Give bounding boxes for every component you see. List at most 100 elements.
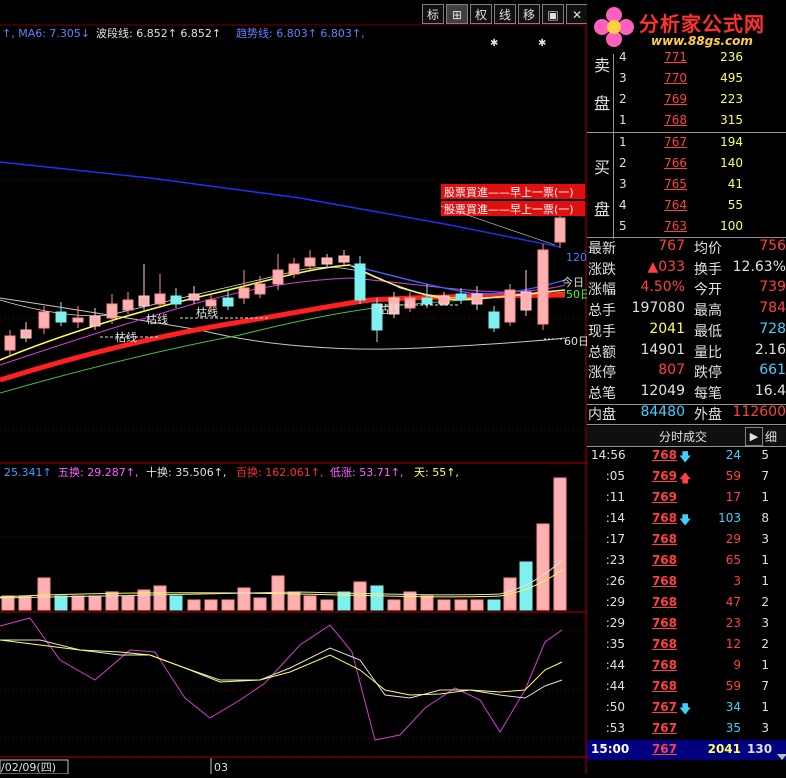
volume-bar <box>370 585 384 611</box>
tick-time: :23 <box>605 553 625 567</box>
stat-value: 767 <box>658 238 685 254</box>
play-button[interactable]: ▶ <box>745 427 763 446</box>
buy-signal-label: 股票買進——早上一票(一) <box>444 186 574 199</box>
volume-bar <box>519 561 533 611</box>
buy-level-row[interactable]: 1 767 194 <box>587 135 786 156</box>
candle-body <box>455 293 467 301</box>
stat-value: 16.4 <box>754 382 786 399</box>
candle-body <box>338 255 350 263</box>
rights-button[interactable]: 权 <box>470 4 492 24</box>
stat-row: 涨跌 ▲033 换手 12.63% <box>587 259 786 279</box>
candle-body <box>504 289 516 323</box>
volume-legend-item: 低涨: 53.71↑, <box>330 466 403 479</box>
volume-bar <box>487 599 501 611</box>
level-number: 3 <box>619 71 627 85</box>
scroll-down-icon[interactable] <box>777 754 786 760</box>
volume-legend-item: 十换: 35.506↑, <box>146 465 226 479</box>
candle-body <box>438 295 450 305</box>
candle-body <box>122 299 134 311</box>
tick-price: 769 <box>651 490 677 504</box>
bid-price: 765 <box>664 177 687 191</box>
kline-chart[interactable]: ↑, MA6: 7.305↓ 波段线: 6.852↑ 6.852↑ 趋势线: 6… <box>0 0 591 775</box>
bid-volume: 55 <box>727 198 743 212</box>
sell-level-row[interactable]: 4 771 236 <box>587 50 786 71</box>
stat-label: 现手 <box>588 323 616 340</box>
stat-label: 涨跌 <box>588 261 616 278</box>
candle-body <box>138 295 150 307</box>
volume-bar <box>237 587 251 611</box>
volume-bar <box>88 595 102 611</box>
stat-row: 总笔 12049 每笔 16.4 <box>587 383 786 403</box>
stat-label: 每笔 <box>694 385 722 402</box>
tick-volume: 3 <box>733 574 741 588</box>
today-label: 今日 <box>562 275 584 289</box>
ma-green-line <box>0 291 566 394</box>
tick-row: :53 767 35 3 <box>587 721 786 742</box>
volume-bar <box>121 595 135 611</box>
down-arrow-icon: 🡇 <box>679 450 692 464</box>
tick-time: :14 <box>605 511 625 525</box>
ma-magenta-line <box>0 277 566 366</box>
ticks-title: 分时成交 <box>659 430 708 444</box>
logo-url: www.88gs.com <box>651 34 753 48</box>
candle-body <box>222 297 234 307</box>
stat-label: 最高 <box>694 303 722 320</box>
wave-line-legend: 波段线: 6.852↑ 6.852↑ <box>96 26 221 40</box>
tick-price: 768 <box>651 595 677 609</box>
volume-bar <box>437 599 451 611</box>
line-button[interactable]: 线 <box>494 4 516 24</box>
close-button[interactable]: ✕ <box>566 4 588 24</box>
candlesticks <box>4 214 566 356</box>
last-vol: 2041 <box>707 742 741 756</box>
sell-level-row[interactable]: 3 770 495 <box>587 71 786 92</box>
tick-price: 768 <box>651 532 677 546</box>
bid-volume: 140 <box>720 156 743 170</box>
bid-volume: 100 <box>720 219 743 233</box>
volume-bar <box>287 591 301 611</box>
mark-button[interactable]: 标 <box>422 4 444 24</box>
candle-body <box>106 303 118 319</box>
volume-bar <box>169 595 183 611</box>
ma6-legend: ↑, MA6: 7.305↓ <box>2 27 90 40</box>
stat-label: 跌停 <box>694 365 722 382</box>
candle-body <box>554 217 566 243</box>
tick-count: 3 <box>761 616 769 630</box>
candle-body <box>170 295 182 305</box>
buy-level-row[interactable]: 4 764 55 <box>587 198 786 219</box>
volume-bar <box>221 599 235 611</box>
buy-level-row[interactable]: 3 765 41 <box>587 177 786 198</box>
tick-row: :44 768 9 1 <box>587 658 786 679</box>
ma120-label: 120 <box>566 251 587 264</box>
volume-bar <box>253 597 267 611</box>
tick-row: :35 768 12 2 <box>587 637 786 658</box>
stat-label: 量比 <box>694 344 722 361</box>
detail-tab[interactable]: 细 <box>765 428 777 445</box>
tick-time: :35 <box>605 637 625 651</box>
window-button[interactable]: ▣ <box>542 4 564 24</box>
grid-button[interactable]: ⊞ <box>446 4 468 24</box>
volume-bar <box>153 585 167 611</box>
candle-body <box>404 297 416 309</box>
candle-body <box>72 317 84 323</box>
sell-level-row[interactable]: 2 769 223 <box>587 92 786 113</box>
tick-row: :23 768 65 1 <box>587 553 786 574</box>
candle-body <box>321 257 333 265</box>
tick-row: :05 769 🡅 59 7 <box>587 469 786 490</box>
kline-chart-area[interactable]: ↑, MA6: 7.305↓ 波段线: 6.852↑ 6.852↑ 趋势线: 6… <box>0 0 591 775</box>
tick-row: :44 768 59 7 <box>587 679 786 700</box>
ask-volume: 223 <box>720 92 743 106</box>
ask-price: 768 <box>664 113 687 127</box>
buy-level-row[interactable]: 2 766 140 <box>587 156 786 177</box>
tick-count: 1 <box>761 700 769 714</box>
tick-count: 5 <box>761 448 769 462</box>
bid-volume: 194 <box>720 135 743 149</box>
bid-volume: 41 <box>727 177 743 191</box>
stat-label: 总额 <box>588 344 616 361</box>
stat-label: 均价 <box>694 241 722 257</box>
sell-level-row[interactable]: 1 768 315 <box>587 113 786 134</box>
stat-row: 总手 197080 最高 784 <box>587 300 786 320</box>
move-button[interactable]: 移 <box>518 4 540 24</box>
level-number: 5 <box>619 219 627 233</box>
tick-volume: 34 <box>725 700 741 714</box>
stat-row: 涨幅 4.50% 今开 739 <box>587 279 786 299</box>
